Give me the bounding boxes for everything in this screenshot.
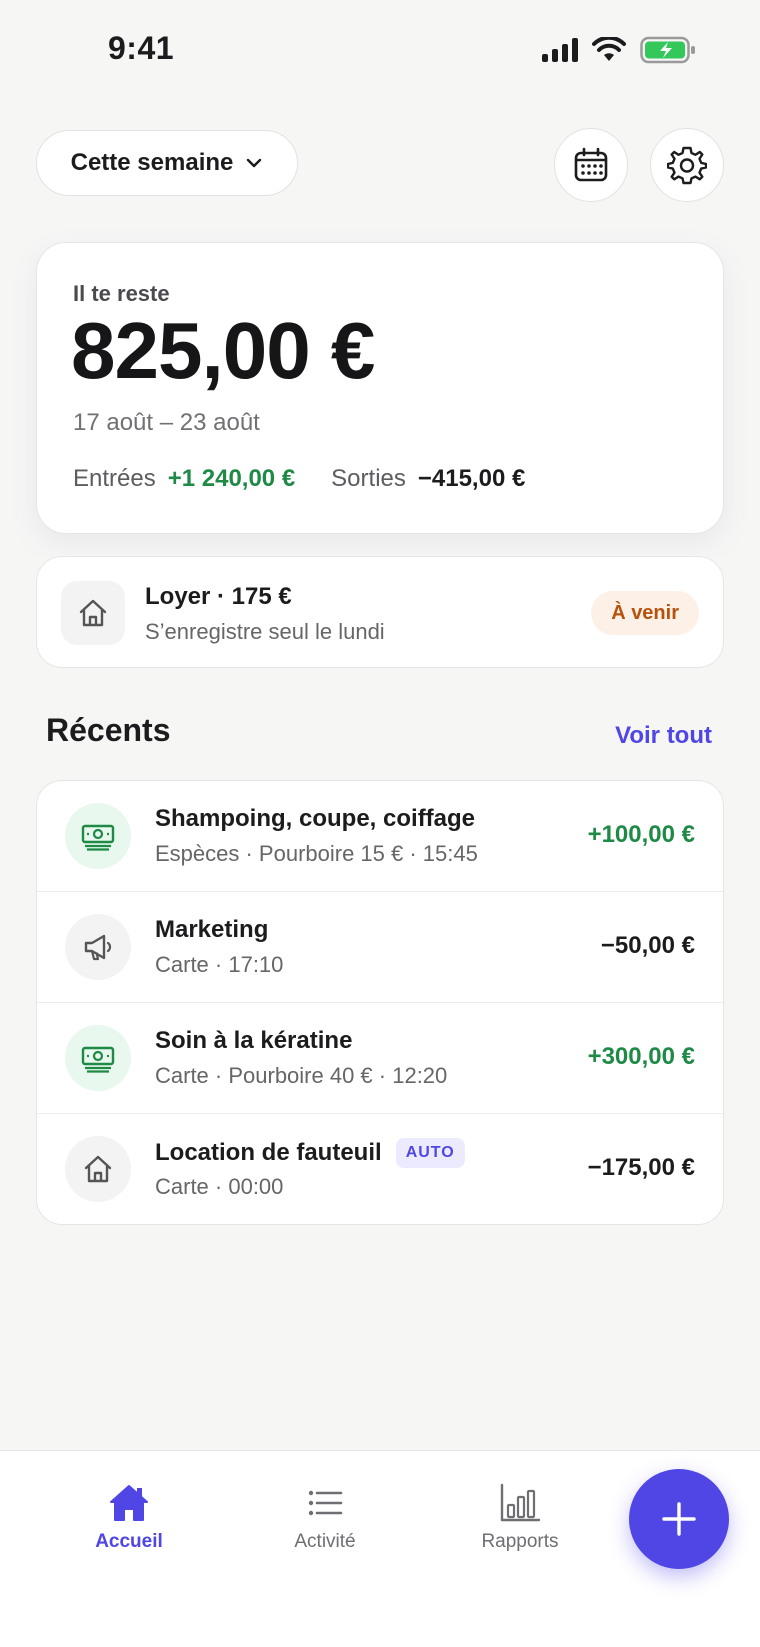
status-time: 9:41 [108, 30, 175, 66]
megaphone-icon [65, 914, 131, 980]
date-range: 17 août – 23 août [73, 409, 260, 436]
recent-transactions-list: Shampoing, coupe, coiffage Espèces · Pou… [36, 780, 724, 1225]
transaction-meta: Carte · 17:10 [155, 952, 284, 977]
cellular-signal-icon [542, 38, 578, 62]
home-icon [65, 1136, 131, 1202]
transaction-row[interactable]: Marketing Carte · 17:10 −50,00 € [37, 892, 723, 1003]
status-bar: 9:41 [0, 0, 760, 100]
cash-icon [65, 803, 131, 869]
tab-home[interactable]: Accueil [49, 1483, 209, 1553]
auto-badge: AUTO [395, 1138, 465, 1168]
tab-label: Activité [294, 1531, 356, 1552]
calendar-button[interactable] [554, 128, 628, 202]
transaction-title: Shampoing, coupe, coiffage [155, 805, 476, 832]
expense-value: −415,00 € [417, 465, 526, 492]
cash-icon [65, 1025, 131, 1091]
transaction-row[interactable]: Shampoing, coupe, coiffage Espèces · Pou… [37, 781, 723, 892]
tab-label: Rapports [481, 1531, 559, 1552]
flows-summary: Entrées +1 240,00 € Sorties −415,00 € [73, 465, 525, 493]
transaction-title: Marketing [155, 916, 269, 943]
transaction-amount: −175,00 € [587, 1154, 695, 1181]
expense-label: Sorties [331, 465, 406, 492]
period-selector[interactable]: Cette semaine [36, 130, 298, 196]
transaction-meta: Carte · 00:00 [155, 1174, 284, 1199]
income-label: Entrées [73, 465, 156, 492]
balance-label: Il te reste [73, 281, 170, 306]
transaction-meta: Carte · Pourboire 40 € · 12:20 [155, 1063, 448, 1088]
recent-section-title: Récents [46, 712, 171, 748]
balance-amount: 825,00 € [71, 306, 375, 395]
transaction-amount: −50,00 € [600, 932, 695, 959]
battery-charging-icon [640, 36, 695, 64]
add-transaction-button[interactable] [629, 1469, 729, 1569]
tab-activity[interactable]: Activité [245, 1483, 405, 1553]
settings-button[interactable] [650, 128, 724, 202]
gear-icon [667, 146, 707, 185]
status-icons [542, 36, 696, 64]
recurring-subtitle: S’enregistre seul le lundi [145, 619, 385, 644]
transaction-amount: +100,00 € [587, 821, 695, 848]
plus-icon [662, 1502, 696, 1536]
transaction-title: Soin à la kératine [155, 1027, 353, 1054]
transaction-meta: Espèces · Pourboire 15 € · 15:45 [155, 841, 478, 866]
status-badge: À venir [591, 591, 699, 635]
recurring-title: Loyer · 175 € [145, 583, 292, 610]
tab-label: Accueil [95, 1531, 163, 1552]
wifi-icon [592, 37, 626, 61]
top-controls: Cette semaine [36, 128, 724, 202]
see-all-link[interactable]: Voir tout [615, 722, 712, 750]
list-icon [308, 1490, 343, 1516]
period-label: Cette semaine [70, 149, 234, 176]
bar-chart-icon [500, 1483, 541, 1522]
balance-summary-card: Il te reste 825,00 € 17 août – 23 août E… [36, 242, 724, 534]
tab-reports[interactable]: Rapports [440, 1483, 600, 1553]
transaction-row[interactable]: Location de fauteuil AUTO Carte · 00:00 … [37, 1114, 723, 1224]
recurring-rent-card[interactable]: Loyer · 175 € S’enregistre seul le lundi… [36, 556, 724, 668]
chevron-down-icon [247, 158, 262, 168]
transaction-amount: +300,00 € [587, 1043, 695, 1070]
home-icon [110, 1485, 148, 1521]
home-icon [61, 581, 125, 645]
income-value: +1 240,00 € [167, 465, 296, 492]
transaction-title: Location de fauteuil AUTO [155, 1138, 465, 1168]
calendar-icon [574, 147, 608, 182]
transaction-row[interactable]: Soin à la kératine Carte · Pourboire 40 … [37, 1003, 723, 1114]
